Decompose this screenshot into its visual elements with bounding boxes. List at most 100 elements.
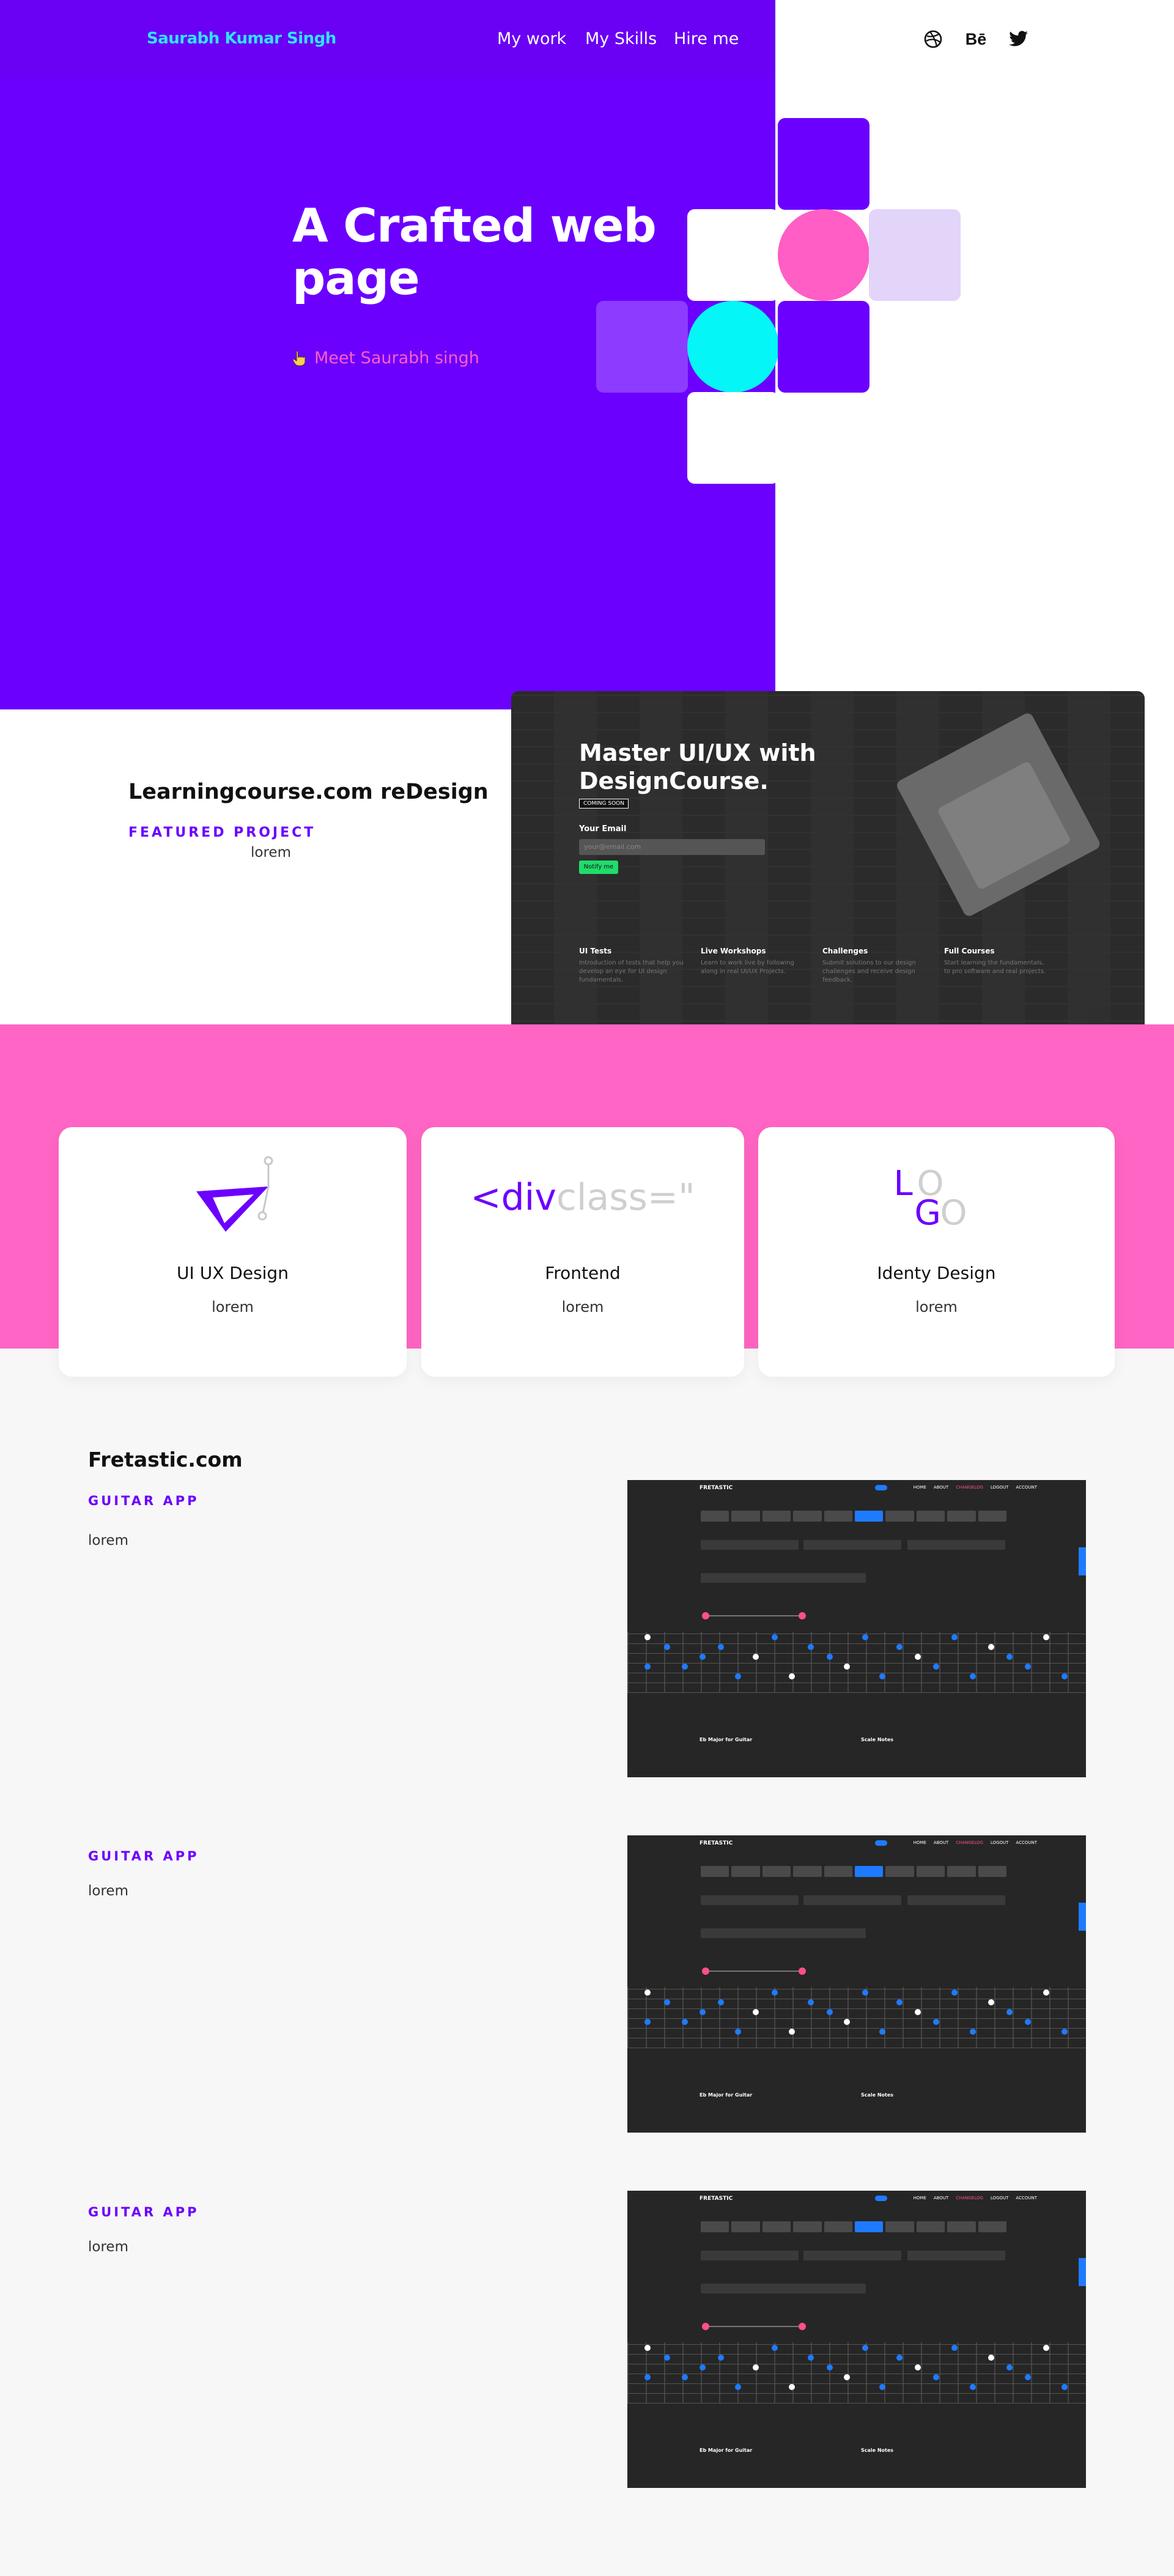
slider-handle: [702, 1967, 709, 1975]
app-menu-item: CHANGELOG: [956, 2196, 983, 2200]
fretboard-note: [772, 1634, 778, 1640]
app-menu-item: ABOUT: [933, 1485, 949, 1490]
meet-link[interactable]: Meet Saurabh singh: [292, 349, 479, 368]
fretboard-note: [915, 2364, 921, 2371]
fretboard-note: [718, 1644, 724, 1650]
code-snippet-icon: <div class=": [421, 1158, 744, 1237]
service-card-frontend[interactable]: <div class=" Frontend lorem: [421, 1127, 744, 1377]
feature-text: Learn to work live by following along in…: [701, 960, 794, 975]
side-tab: [1079, 1903, 1086, 1931]
fretboard-note: [808, 1644, 814, 1650]
fret-range-slider: [706, 2326, 800, 2327]
fretboard-note: [988, 1999, 994, 2005]
fretboard-note: [879, 2384, 885, 2390]
fretboard-note: [933, 2374, 939, 2380]
fretboard-note: [664, 2355, 670, 2361]
side-tab: [1079, 1547, 1086, 1575]
nav-my-skills[interactable]: My Skills: [585, 29, 657, 48]
hand-pointer-icon: [292, 350, 306, 366]
fretboard-note: [644, 2374, 651, 2380]
fretboard-note: [1025, 2019, 1031, 2025]
hero-tile-circle: [687, 301, 779, 393]
service-title: Identy Design: [877, 1263, 996, 1283]
screenshot-email-input: your@email.com: [579, 839, 765, 855]
nav-hire-me[interactable]: Hire me: [674, 29, 739, 48]
slider-handle: [799, 2323, 806, 2330]
note-labels-row: [701, 1928, 866, 1938]
toggle-switch: [875, 1840, 887, 1846]
hero-tile: [778, 118, 869, 210]
screenshot-feature: UI Tests Introduction of tests that help…: [579, 947, 686, 985]
app-desc: lorem: [88, 1533, 128, 1549]
feature-title: Full Courses: [944, 947, 995, 955]
app-menu: HOME ABOUT CHANGELOG LOGOUT ACCOUNT: [914, 1840, 1037, 1845]
feature-text: Submit solutions to our design challenge…: [822, 960, 916, 983]
fretboard: [627, 1632, 1086, 1693]
fretboard-note: [970, 2384, 976, 2390]
guitar-app-screenshot[interactable]: FRETASTIC HOME ABOUT CHANGELOG LOGOUT ACCOUNT…: [627, 1835, 1086, 2133]
app-menu-item: ACCOUNT: [1016, 1485, 1037, 1490]
fretboard-note: [827, 1654, 833, 1660]
side-tab: [1079, 2258, 1086, 2286]
behance-icon[interactable]: Bē: [964, 27, 988, 51]
twitter-icon[interactable]: [1006, 27, 1031, 51]
behance-label: Bē: [965, 29, 987, 48]
scale-select: [701, 1895, 799, 1905]
code-snippet-attr: class=": [556, 1176, 695, 1219]
fretboard-note: [988, 2355, 994, 2361]
logo-letter: G: [914, 1193, 941, 1233]
app-menu-item: CHANGELOG: [956, 1840, 983, 1845]
app-topbar: FRETASTIC HOME ABOUT CHANGELOG LOGOUT ACCOUNT: [627, 1835, 1086, 1849]
fretboard-note: [1006, 2364, 1013, 2371]
fretboard-note: [879, 1673, 885, 1679]
app-footer-notes: Scale Notes: [861, 2448, 894, 2453]
app-menu-item: ACCOUNT: [1016, 1840, 1037, 1845]
app-menu-item: HOME: [913, 1840, 926, 1845]
screenshot-headline: Master UI/UX with DesignCourse.: [579, 739, 816, 795]
fretboard-note: [664, 1999, 670, 2005]
nav-my-work[interactable]: My work: [497, 29, 566, 48]
app-footer-title: Eb Major for Guitar: [700, 1737, 753, 1742]
fretboard-note: [988, 1644, 994, 1650]
featured-project-screenshot[interactable]: Master UI/UX with DesignCourse. COMING S…: [511, 691, 1145, 1038]
fretboard-note: [644, 1664, 651, 1670]
fretboard: [627, 1987, 1086, 2048]
harmony-select: [803, 2251, 901, 2260]
key-selector: [701, 2221, 1007, 2232]
featured-project-label: FEATURED PROJECT: [128, 825, 316, 840]
app-menu-item: ABOUT: [933, 2196, 949, 2200]
meet-label: Meet Saurabh singh: [314, 349, 479, 368]
fretboard-note: [1006, 1654, 1013, 1660]
fretboard-note: [915, 2009, 921, 2015]
screenshot-feature: Challenges Submit solutions to our desig…: [822, 947, 929, 985]
screenshot-badge: COMING SOON: [579, 799, 629, 809]
fretboard-note: [862, 1989, 868, 1996]
fretboard-note: [753, 2364, 759, 2371]
service-title: Frontend: [545, 1263, 621, 1283]
service-card-ui-ux[interactable]: UI UX Design lorem: [59, 1127, 407, 1377]
fretboard-note: [827, 2009, 833, 2015]
fretboard-note: [1061, 2029, 1068, 2035]
fretboard-note: [753, 2009, 759, 2015]
note-labels-row: [701, 2284, 866, 2293]
guitar-app-screenshot[interactable]: FRETASTIC HOME ABOUT CHANGELOG LOGOUT ACCOUNT…: [627, 2191, 1086, 2488]
hero-tile: [778, 301, 869, 393]
brand-logo-link[interactable]: Saurabh Kumar Singh: [147, 29, 336, 48]
fretboard-note: [789, 1673, 795, 1679]
screenshot-headline-line: Master UI/UX with: [579, 739, 816, 766]
dribbble-icon[interactable]: [921, 27, 945, 51]
fretboard-note: [735, 1673, 741, 1679]
fretboard-note: [682, 2019, 688, 2025]
fretboard-note: [644, 2019, 651, 2025]
fretboard-note: [735, 2384, 741, 2390]
fretboard-note: [827, 2364, 833, 2371]
app-desc: lorem: [88, 1883, 128, 1899]
service-card-identity[interactable]: L O G O Identy Design lorem: [758, 1127, 1115, 1377]
hero-title: A Crafted web page: [292, 198, 657, 305]
fretboard-note: [1025, 1664, 1031, 1670]
fretboard-note: [808, 2355, 814, 2361]
fretboard-note: [682, 1664, 688, 1670]
pattern-select: [907, 1540, 1005, 1550]
app-menu: HOME ABOUT CHANGELOG LOGOUT ACCOUNT: [914, 1485, 1037, 1490]
guitar-app-screenshot[interactable]: FRETASTIC HOME ABOUT CHANGELOG LOGOUT ACCOUNT…: [627, 1480, 1086, 1777]
